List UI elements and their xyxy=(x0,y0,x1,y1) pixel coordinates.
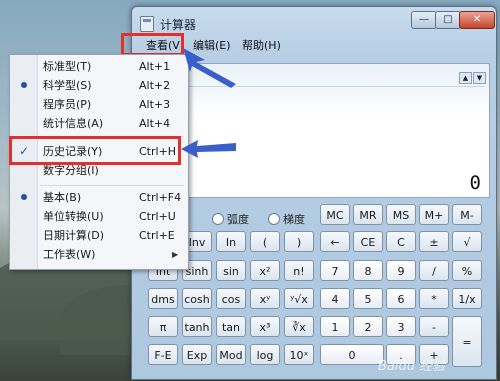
arrow-to-history-icon xyxy=(181,140,236,158)
arrow-to-view-menu-icon xyxy=(183,48,236,88)
annotation-arrows xyxy=(181,48,236,158)
watermark: Baidu 经验 xyxy=(378,359,446,374)
